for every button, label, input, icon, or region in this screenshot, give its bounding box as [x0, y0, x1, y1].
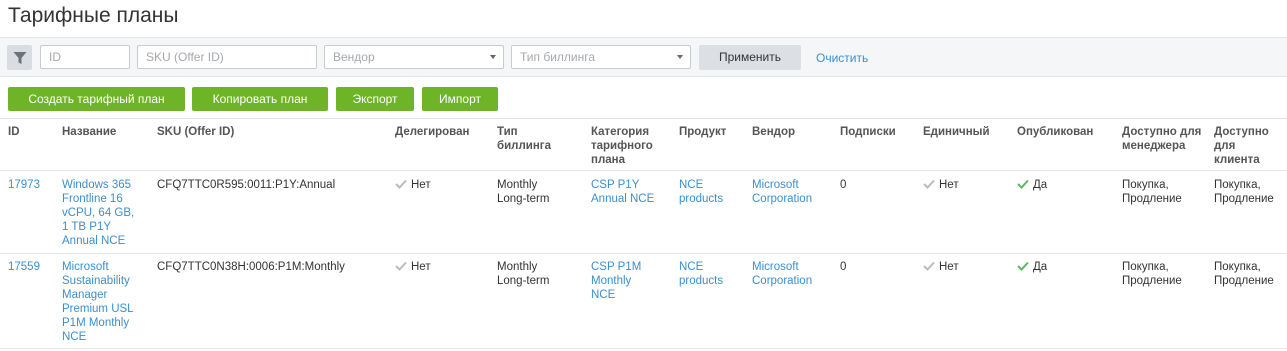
col-header-name[interactable]: Название [62, 125, 116, 139]
col-header-vendor[interactable]: Вендор [752, 125, 795, 139]
col-header-delegated[interactable]: Делегирован [395, 125, 469, 139]
row-published-value: Да [1033, 179, 1048, 191]
col-header-single[interactable]: Единичный [923, 125, 990, 139]
row-client: Покупка, Продление [1214, 261, 1274, 287]
row-name-link[interactable]: Windows 365 Frontline 16 vCPU, 64 GB, 1 … [62, 178, 140, 248]
row-published: Да [1017, 178, 1047, 192]
row-id-link[interactable]: 17973 [8, 178, 40, 192]
vendor-filter-select[interactable]: Вендор [324, 45, 504, 69]
apply-button[interactable]: Применить [699, 45, 801, 70]
billing-filter-select[interactable]: Тип биллинга [511, 45, 691, 69]
row-subscriptions: 0 [840, 179, 847, 191]
row-published-value: Да [1033, 261, 1048, 273]
col-header-billing[interactable]: Тип биллинга [497, 125, 567, 153]
row-published: Да [1017, 260, 1047, 274]
row-category-link[interactable]: CSP P1M Monthly NCE [591, 260, 651, 302]
row-client: Покупка, Продление [1214, 179, 1274, 205]
row-sku: CFQ7TTC0R595:0011:P1Y:Annual [157, 179, 336, 191]
check-icon [1017, 179, 1029, 189]
funnel-icon [13, 51, 26, 64]
header-divider [0, 118, 1287, 119]
row-divider [0, 253, 1287, 254]
copy-plan-button[interactable]: Копировать план [192, 87, 328, 111]
col-header-manager[interactable]: Доступно для менеджера [1122, 125, 1202, 153]
row-id-link[interactable]: 17559 [8, 260, 40, 274]
row-vendor-link[interactable]: Microsoft Corporation [752, 260, 827, 288]
clear-link[interactable]: Очистить [816, 51, 868, 65]
col-header-subscriptions[interactable]: Подписки [840, 125, 896, 139]
check-icon [395, 179, 407, 189]
import-button[interactable]: Импорт [422, 87, 498, 111]
row-single: Нет [923, 178, 959, 192]
chevron-down-icon [677, 55, 683, 59]
col-header-category[interactable]: Категория тарифного плана [591, 125, 666, 167]
check-icon [923, 179, 935, 189]
check-icon [923, 261, 935, 271]
check-icon [395, 261, 407, 271]
export-button[interactable]: Экспорт [336, 87, 414, 111]
row-category-link[interactable]: CSP P1Y Annual NCE [591, 178, 666, 206]
row-divider [0, 348, 1287, 349]
row-manager: Покупка, Продление [1122, 179, 1182, 205]
row-product-link[interactable]: NCE products [679, 178, 734, 206]
row-sku: CFQ7TTC0N38H:0006:P1M:Monthly [157, 261, 345, 273]
sku-filter-input[interactable] [137, 45, 317, 69]
billing-filter-placeholder: Тип биллинга [520, 50, 596, 64]
col-header-product[interactable]: Продукт [679, 125, 726, 139]
row-delegated: Нет [395, 178, 431, 192]
row-delegated-value: Нет [411, 261, 431, 273]
row-single-value: Нет [939, 179, 959, 191]
row-product-link[interactable]: NCE products [679, 260, 734, 288]
id-filter-input[interactable] [40, 45, 130, 69]
chevron-down-icon [490, 55, 496, 59]
filter-bar: Вендор Тип биллинга Применить Очистить [0, 37, 1287, 77]
row-single-value: Нет [939, 261, 959, 273]
row-name-link[interactable]: Microsoft Sustainability Manager Premium… [62, 260, 140, 344]
col-header-sku[interactable]: SKU (Offer ID) [157, 125, 234, 139]
row-divider [0, 170, 1287, 171]
row-delegated-value: Нет [411, 179, 431, 191]
row-billing: Monthly Long-term [497, 261, 550, 287]
row-billing: Monthly Long-term [497, 179, 550, 205]
row-single: Нет [923, 260, 959, 274]
col-header-id[interactable]: ID [8, 125, 20, 139]
col-header-published[interactable]: Опубликован [1017, 125, 1093, 139]
row-subscriptions: 0 [840, 261, 847, 273]
row-manager: Покупка, Продление [1122, 261, 1182, 287]
page-title: Тарифные планы [8, 4, 179, 27]
row-vendor-link[interactable]: Microsoft Corporation [752, 178, 827, 206]
filter-toggle-button[interactable] [7, 45, 32, 70]
check-icon [1017, 261, 1029, 271]
row-delegated: Нет [395, 260, 431, 274]
create-plan-button[interactable]: Создать тарифный план [8, 87, 185, 111]
col-header-client[interactable]: Доступно для клиента [1214, 125, 1282, 167]
vendor-filter-placeholder: Вендор [333, 50, 375, 64]
